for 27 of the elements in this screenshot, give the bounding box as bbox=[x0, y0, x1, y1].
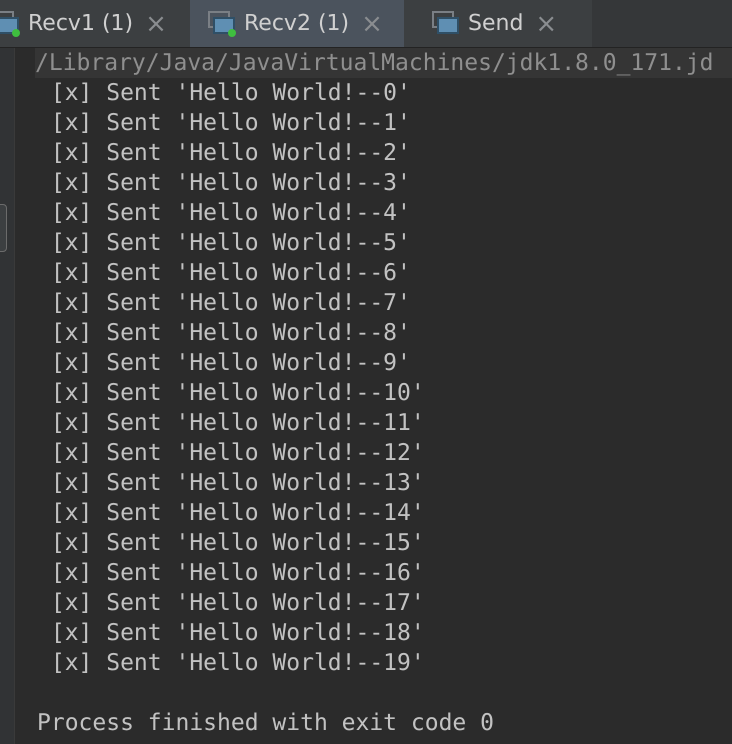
output-line: [x] Sent 'Hello World!--4' bbox=[50, 199, 412, 228]
output-line: [x] Sent 'Hello World!--7' bbox=[50, 289, 412, 318]
output-line: [x] Sent 'Hello World!--8' bbox=[50, 319, 412, 348]
output-line: [x] Sent 'Hello World!--10' bbox=[50, 379, 426, 408]
output-line: [x] Sent 'Hello World!--19' bbox=[50, 649, 426, 678]
output-line: [x] Sent 'Hello World!--16' bbox=[50, 559, 426, 588]
output-line: [x] Sent 'Hello World!--17' bbox=[50, 589, 426, 618]
output-line: [x] Sent 'Hello World!--3' bbox=[50, 169, 412, 198]
tab-label: Recv1 (1) bbox=[28, 11, 134, 36]
output-line: [x] Sent 'Hello World!--1' bbox=[50, 109, 412, 138]
output-line: [x] Sent 'Hello World!--14' bbox=[50, 499, 426, 528]
output-line: [x] Sent 'Hello World!--13' bbox=[50, 469, 426, 498]
output-line: [x] Sent 'Hello World!--0' bbox=[50, 79, 412, 108]
tab-label: Send bbox=[468, 11, 524, 36]
output-line: [x] Sent 'Hello World!--2' bbox=[50, 139, 412, 168]
output-line: [x] Sent 'Hello World!--6' bbox=[50, 259, 412, 288]
close-icon[interactable]: × bbox=[535, 8, 558, 38]
exit-message: Process finished with exit code 0 bbox=[37, 709, 495, 738]
output-line: [x] Sent 'Hello World!--9' bbox=[50, 349, 412, 378]
close-icon[interactable]: × bbox=[145, 8, 167, 38]
tab-label: Recv2 (1) bbox=[244, 11, 350, 36]
output-line: [x] Sent 'Hello World!--18' bbox=[50, 619, 426, 648]
run-tab[interactable]: Recv2 (1) × bbox=[190, 0, 404, 47]
output-line: [x] Sent 'Hello World!--12' bbox=[50, 439, 426, 468]
output-line: [x] Sent 'Hello World!--11' bbox=[50, 409, 426, 438]
output-line: [x] Sent 'Hello World!--5' bbox=[50, 229, 412, 258]
output-line: [x] Sent 'Hello World!--15' bbox=[50, 529, 426, 558]
